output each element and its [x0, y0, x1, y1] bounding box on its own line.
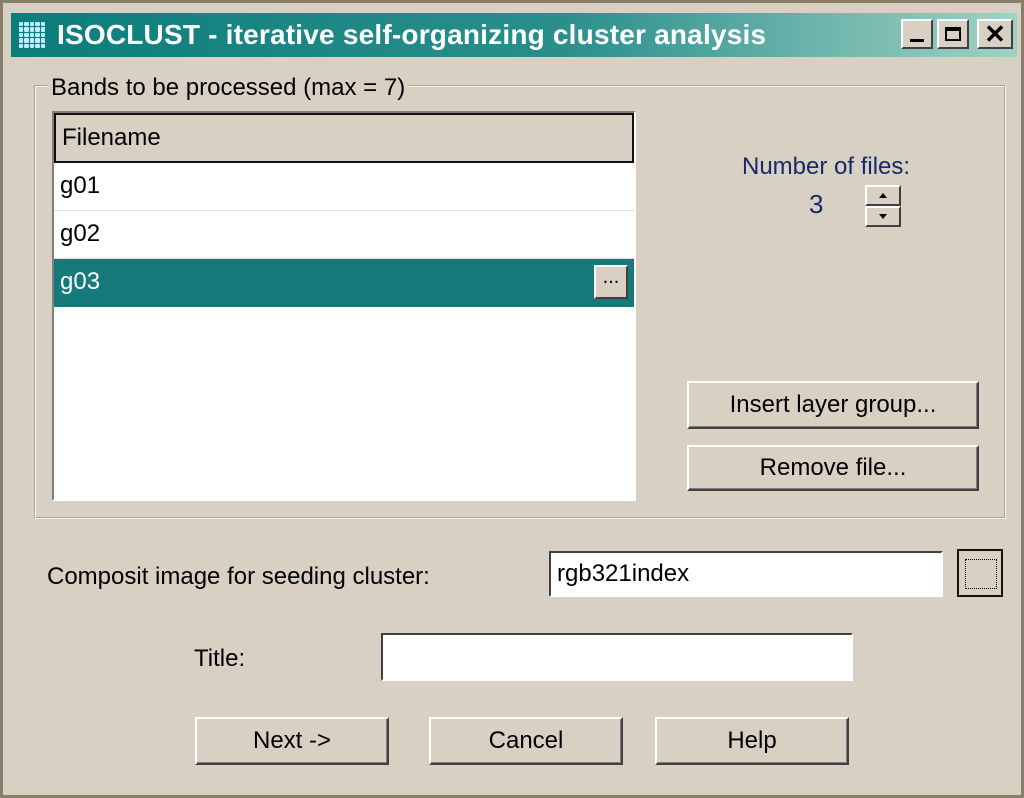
bands-group-legend: Bands to be processed (max = 7): [48, 74, 409, 102]
table-row[interactable]: g02: [54, 211, 634, 259]
minimize-button[interactable]: [901, 19, 933, 49]
spin-down-button[interactable]: [865, 206, 901, 227]
table-row[interactable]: g01: [54, 163, 634, 211]
browse-focus-icon: [965, 559, 997, 589]
title-label: Title:: [194, 645, 246, 672]
app-grid-icon: [19, 22, 45, 48]
remove-file-button[interactable]: Remove file...: [687, 445, 979, 491]
seed-image-label: Composit image for seeding cluster:: [47, 563, 430, 590]
seed-browse-button[interactable]: [957, 549, 1003, 597]
seed-image-input[interactable]: [549, 551, 943, 597]
maximize-button[interactable]: [937, 19, 969, 49]
row-browse-button[interactable]: ...: [594, 265, 628, 299]
insert-layer-group-button[interactable]: Insert layer group...: [687, 381, 979, 429]
filename-column-header[interactable]: Filename: [54, 113, 634, 163]
number-of-files-label: Number of files:: [742, 153, 911, 180]
arrow-up-icon: [879, 193, 887, 198]
minimize-icon: [910, 38, 924, 42]
row-filename: g01: [60, 172, 101, 199]
arrow-down-icon: [879, 214, 887, 219]
title-input[interactable]: [381, 633, 853, 681]
spin-up-button[interactable]: [865, 185, 901, 206]
isoclust-dialog: ISOCLUST - iterative self-organizing clu…: [0, 0, 1024, 798]
help-button[interactable]: Help: [655, 717, 849, 765]
number-of-files-value: 3: [809, 189, 824, 219]
close-icon: ✕: [984, 19, 1006, 49]
cancel-button[interactable]: Cancel: [429, 717, 623, 765]
number-of-files-spinner[interactable]: [865, 185, 901, 227]
filename-table[interactable]: Filename g01 g02 g03 ...: [52, 111, 636, 501]
window-title: ISOCLUST - iterative self-organizing clu…: [57, 19, 767, 50]
row-filename: g03: [60, 268, 101, 295]
table-row-selected[interactable]: g03 ...: [54, 259, 634, 307]
row-filename: g02: [60, 220, 101, 247]
next-button[interactable]: Next ->: [195, 717, 389, 765]
close-button[interactable]: ✕: [977, 19, 1013, 49]
maximize-icon: [945, 27, 961, 41]
title-bar[interactable]: ISOCLUST - iterative self-organizing clu…: [11, 13, 1017, 57]
